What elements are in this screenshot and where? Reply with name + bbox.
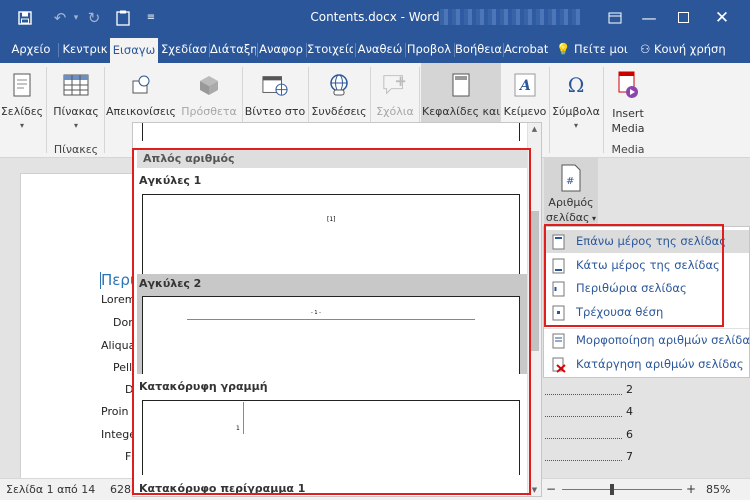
page-number-menu: Επάνω μέρος της σελίδας Κάτω μέρος της σ… [543,226,750,378]
menu-top-of-page[interactable]: Επάνω μέρος της σελίδας [544,230,749,253]
scroll-thumb[interactable] [530,211,539,351]
toc-line: F [125,450,132,463]
preview-number: - 1 - [311,310,321,316]
tab-mailings[interactable]: Στοιχεία [307,35,353,63]
shapes-icon [128,71,154,99]
toc-line: Intege [101,428,137,441]
toc-page-number: 2 [626,383,633,396]
media-group-label: Media [611,143,645,156]
scroll-up-icon[interactable]: ▲ [528,123,541,135]
page-margin-icon [552,281,566,297]
zoom-out-icon[interactable]: − [546,482,556,496]
comment-icon [382,71,408,99]
header-footer-icon [448,71,474,99]
tab-design[interactable]: Σχεδίασ [160,35,208,63]
ribbon-display-icon[interactable] [600,0,630,35]
svg-text:A: A [518,78,531,94]
globe-link-icon [326,71,352,99]
gallery-section-header: Απλός αριθμός [137,150,527,168]
toc-line: Aliqua [101,339,136,352]
close-icon[interactable]: ✕ [704,0,740,35]
tab-view[interactable]: Προβολ [406,35,452,63]
toc-page-number: 7 [626,450,633,463]
page-bottom-icon [552,258,566,274]
person-icon: ⚇ [640,42,651,56]
gallery-scrollbar[interactable]: ▲ ▼ [527,123,541,496]
zoom-slider-thumb[interactable] [610,484,614,495]
tell-me-search[interactable]: 💡 Πείτε μοι [556,35,628,63]
page-top-icon [552,234,566,250]
ribbon-tabs: Αρχείο Κεντρικ Εισαγω Σχεδίασ Διάταξη Αν… [0,35,750,63]
gallery-item-label: Αγκύλες 1 [139,174,202,187]
pages-button[interactable]: Σελίδες ▾ [0,63,44,158]
minimize-icon[interactable]: — [634,0,664,35]
format-numbers-icon [552,333,566,349]
tab-review[interactable]: Αναθεώ [356,35,404,63]
omega-icon: Ω [567,73,585,97]
video-icon [262,71,288,99]
title-bar: ↶ ▾ ↻ ≡ Contents.docx - Word — ✕ [0,0,750,35]
toc-line: Lorem [101,293,136,306]
symbols-button[interactable]: Ω Σύμβολα ▾ [551,63,601,158]
toc-line: Pell [113,361,133,374]
toc-heading: Περι [101,271,135,289]
page-number-icon: # [558,164,584,192]
zoom-slider[interactable] [562,489,682,490]
media-icon [615,71,641,99]
page-number-button[interactable]: # Αριθμός σελίδας ▾ [544,158,598,226]
tab-home[interactable]: Κεντρικ [62,35,108,63]
preview-number: 1 [236,425,240,432]
svg-text:#: # [566,176,574,187]
gallery-item-brackets-1[interactable]: [1] [142,194,520,274]
menu-format-page-numbers[interactable]: Μορφοποίηση αριθμών σελίδας [544,329,750,352]
table-icon [63,71,89,99]
maximize-icon[interactable] [668,0,698,35]
text-box-icon: A [512,71,538,99]
zoom-in-icon[interactable]: + [686,482,696,496]
tab-references[interactable]: Αναφορ [258,35,304,63]
tab-insert[interactable]: Εισαγω [110,38,158,63]
lightbulb-icon: 💡 [556,42,571,56]
menu-remove-page-numbers[interactable]: Κατάργηση αριθμών σελίδας [544,353,749,376]
gallery-item-brackets-2[interactable]: - 1 - [142,296,520,374]
gallery-item-vertical-line[interactable]: 1 [142,400,520,475]
gallery-item-label: Αγκύλες 2 [137,274,527,294]
page-icon [9,71,35,99]
remove-numbers-icon [552,357,566,373]
addins-icon [196,71,222,99]
tables-group-label: Πίνακες [53,143,99,156]
preview-number: [1] [327,216,336,223]
blurred-user-name [440,9,580,25]
zoom-level[interactable]: 85% [706,483,730,496]
gallery-preview-partial [142,123,520,141]
tab-layout[interactable]: Διάταξη [210,35,256,63]
menu-current-position[interactable]: Τρέχουσα θέση [544,301,749,324]
tab-acrobat[interactable]: Acrobat [504,35,548,63]
menu-bottom-of-page[interactable]: Κάτω μέρος της σελίδας [544,254,749,277]
toc-page-number: 6 [626,428,633,441]
page-count[interactable]: Σελίδα 1 από 14 [6,483,95,496]
share-button[interactable]: ⚇ Κοινή χρήση [640,35,726,63]
tab-help[interactable]: Βοήθεια [455,35,502,63]
menu-page-margins[interactable]: Περιθώρια σελίδας [544,277,749,300]
gallery-item-label: Κατακόρυφο περίγραμμα 1 [139,482,306,495]
toc-page-number: 4 [626,405,633,418]
current-position-icon [552,305,566,321]
gallery-item-label: Κατακόρυφη γραμμή [139,380,268,393]
tab-file[interactable]: Αρχείο [8,35,54,63]
toc-line: Proin [101,405,129,418]
scroll-down-icon[interactable]: ▼ [528,484,541,496]
page-number-gallery: ▲ ▼ Απλός αριθμός Αγκύλες 1 [1] Αγκύλες … [132,122,542,497]
